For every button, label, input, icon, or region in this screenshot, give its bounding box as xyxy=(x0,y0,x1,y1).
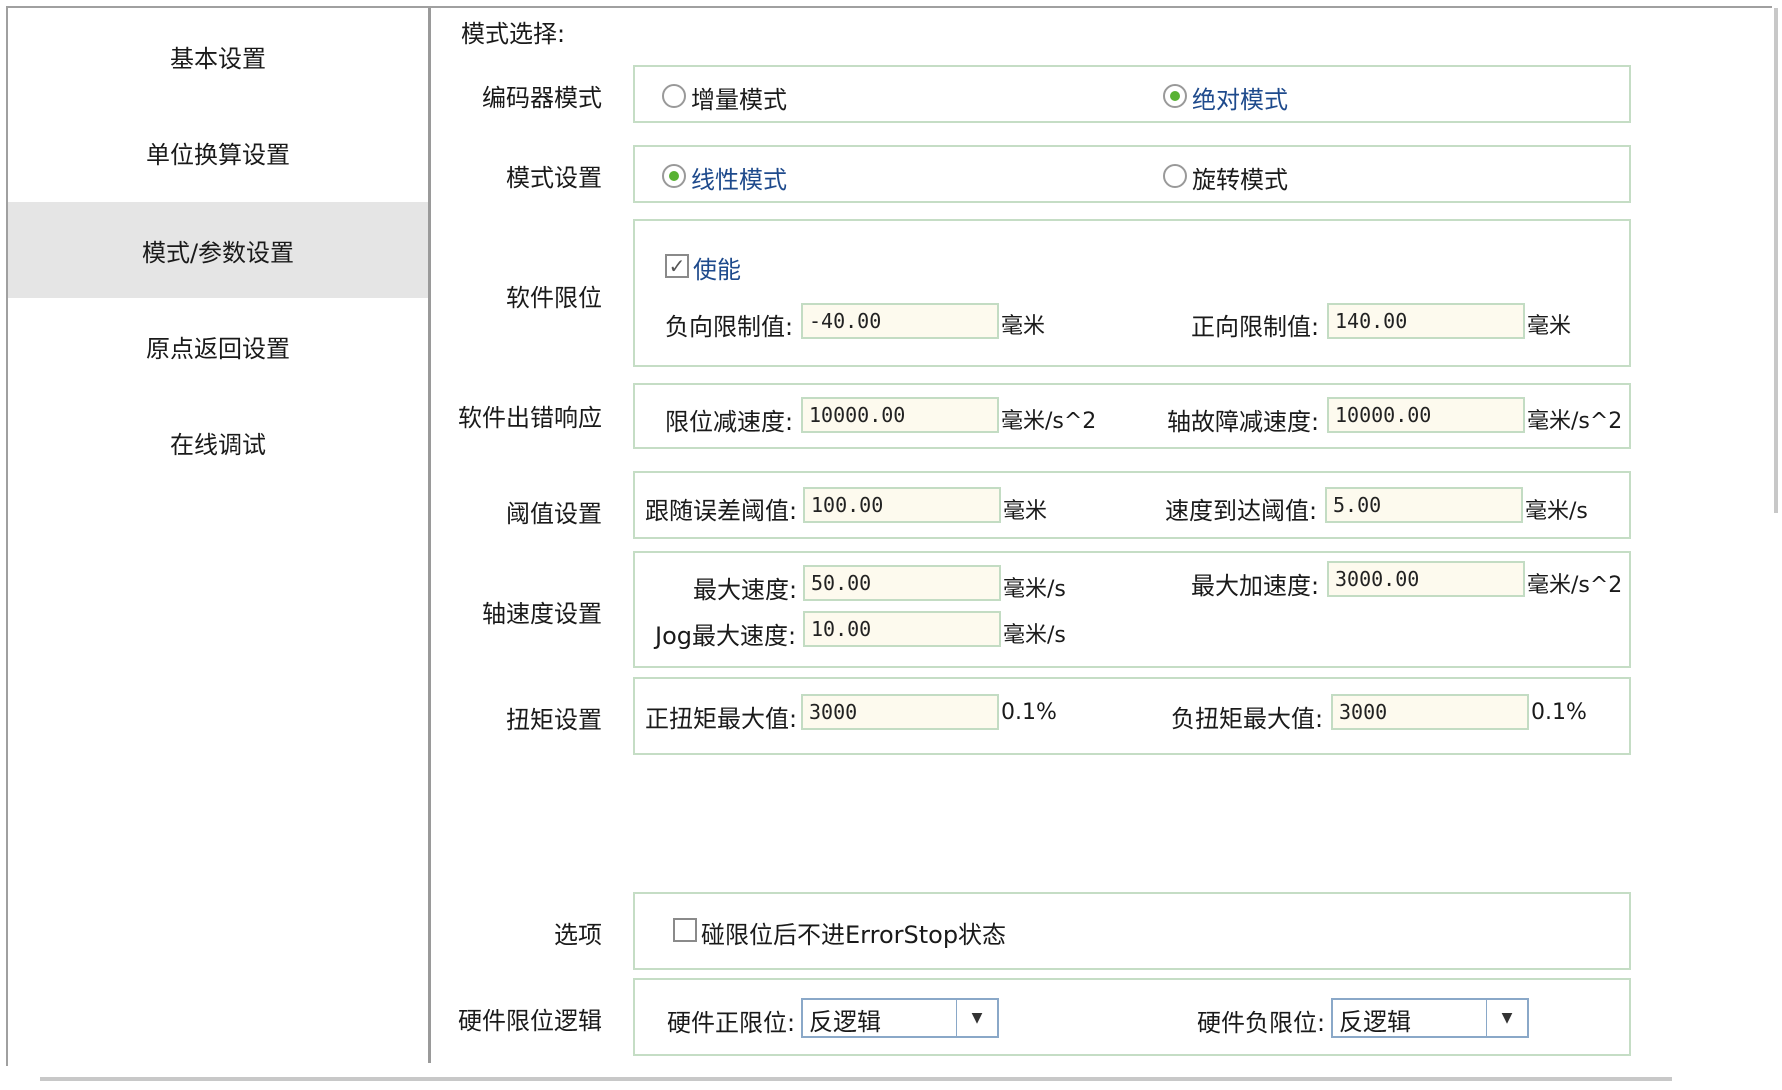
torque-group: 正扭矩最大值: 3000 0.1% 负扭矩最大值: 3000 0.1% xyxy=(633,677,1631,755)
max-speed-unit: 毫米/s xyxy=(1003,577,1066,602)
horizontal-scrollbar-thumb[interactable] xyxy=(40,1077,1672,1081)
hw-limit-group: 硬件正限位: 反逻辑 ▼ 硬件负限位: 反逻辑 ▼ xyxy=(633,978,1631,1056)
axis-speed-group: 最大速度: 50.00 毫米/s 最大加速度: 3000.00 毫米/s^2 J… xyxy=(633,551,1631,668)
speed-reach-input[interactable]: 5.00 xyxy=(1325,487,1523,523)
pos-limit-unit: 毫米 xyxy=(1527,314,1572,339)
soft-limit-enable-checkbox[interactable]: ✓ xyxy=(665,254,689,278)
max-speed-input[interactable]: 50.00 xyxy=(803,565,1001,601)
follow-error-unit: 毫米 xyxy=(1003,499,1048,524)
linear-mode-label[interactable]: 线性模式 xyxy=(691,160,787,195)
absolute-mode-label[interactable]: 绝对模式 xyxy=(1192,80,1288,115)
hw-neg-limit-value: 反逻辑 xyxy=(1339,1008,1411,1036)
sidebar-item-unit-conversion[interactable]: 单位换算设置 xyxy=(8,104,428,200)
hw-neg-limit-select[interactable]: 反逻辑 ▼ xyxy=(1331,998,1529,1038)
sidebar-item-label: 原点返回设置 xyxy=(146,334,290,363)
sidebar-item-mode-params[interactable]: 模式/参数设置 xyxy=(8,202,428,298)
section-heading: 模式选择: xyxy=(461,20,566,48)
sidebar-item-label: 单位换算设置 xyxy=(146,140,290,169)
absolute-mode-radio[interactable] xyxy=(1163,84,1187,108)
encoder-mode-label: 编码器模式 xyxy=(482,84,602,112)
sidebar-divider xyxy=(428,8,431,1063)
soft-limit-label: 软件限位 xyxy=(506,284,602,312)
sidebar: 基本设置 单位换算设置 模式/参数设置 原点返回设置 在线调试 xyxy=(8,8,428,1060)
max-accel-unit: 毫米/s^2 xyxy=(1527,573,1623,598)
jog-max-speed-unit: 毫米/s xyxy=(1003,623,1066,648)
fault-decel-input[interactable]: 10000.00 xyxy=(1327,397,1525,433)
sidebar-item-label: 在线调试 xyxy=(170,430,266,459)
neg-torque-unit: 0.1% xyxy=(1531,700,1587,725)
jog-max-speed-input[interactable]: 10.00 xyxy=(803,611,1001,647)
limit-decel-unit: 毫米/s^2 xyxy=(1001,409,1097,434)
incremental-mode-radio[interactable] xyxy=(662,84,686,108)
options-group: 碰限位后不进ErrorStop状态 xyxy=(633,892,1631,970)
chevron-down-icon[interactable]: ▼ xyxy=(1486,1000,1527,1036)
limit-decel-label: 限位减速度: xyxy=(665,408,794,436)
pos-torque-label: 正扭矩最大值: xyxy=(645,705,798,733)
follow-error-label: 跟随误差阈值: xyxy=(645,497,798,525)
threshold-group: 跟随误差阈值: 100.00 毫米 速度到达阈值: 5.00 毫米/s xyxy=(633,471,1631,539)
axis-speed-label: 轴速度设置 xyxy=(482,600,602,628)
pos-torque-input[interactable]: 3000 xyxy=(801,694,999,730)
neg-torque-label: 负扭矩最大值: xyxy=(1171,705,1324,733)
speed-reach-unit: 毫米/s xyxy=(1525,499,1588,524)
neg-torque-input[interactable]: 3000 xyxy=(1331,694,1529,730)
hw-pos-limit-select[interactable]: 反逻辑 ▼ xyxy=(801,998,999,1038)
linear-mode-radio[interactable] xyxy=(662,164,686,188)
pos-limit-label: 正向限制值: xyxy=(1191,313,1320,341)
hw-pos-limit-value: 反逻辑 xyxy=(809,1008,881,1036)
jog-max-speed-label: Jog最大速度: xyxy=(655,622,797,650)
soft-limit-enable-label[interactable]: 使能 xyxy=(693,250,741,285)
mode-setting-group: 线性模式 旋转模式 xyxy=(633,145,1631,203)
sidebar-item-basic-settings[interactable]: 基本设置 xyxy=(8,8,428,104)
speed-reach-label: 速度到达阈值: xyxy=(1165,497,1318,525)
torque-label: 扭矩设置 xyxy=(506,706,602,734)
hw-neg-limit-label: 硬件负限位: xyxy=(1197,1009,1326,1037)
error-response-group: 限位减速度: 10000.00 毫米/s^2 轴故障减速度: 10000.00 … xyxy=(633,383,1631,449)
pos-limit-input[interactable]: 140.00 xyxy=(1327,303,1525,339)
max-accel-input[interactable]: 3000.00 xyxy=(1327,561,1525,597)
chevron-down-icon[interactable]: ▼ xyxy=(956,1000,997,1036)
max-speed-label: 最大速度: xyxy=(693,576,798,604)
limit-decel-input[interactable]: 10000.00 xyxy=(801,397,999,433)
neg-limit-label: 负向限制值: xyxy=(665,313,794,341)
rotary-mode-radio[interactable] xyxy=(1163,164,1187,188)
rotary-mode-label[interactable]: 旋转模式 xyxy=(1192,160,1288,195)
sidebar-item-label: 模式/参数设置 xyxy=(141,238,295,267)
neg-limit-unit: 毫米 xyxy=(1001,314,1046,339)
encoder-mode-group: 增量模式 绝对模式 xyxy=(633,65,1631,123)
threshold-label: 阈值设置 xyxy=(506,500,602,528)
sidebar-item-homing[interactable]: 原点返回设置 xyxy=(8,298,428,394)
incremental-mode-label[interactable]: 增量模式 xyxy=(691,80,787,115)
fault-decel-label: 轴故障减速度: xyxy=(1167,408,1320,436)
pos-torque-unit: 0.1% xyxy=(1001,700,1057,725)
sidebar-item-label: 基本设置 xyxy=(170,44,266,73)
mode-setting-label: 模式设置 xyxy=(506,164,602,192)
error-response-label: 软件出错响应 xyxy=(458,404,602,432)
no-errorstop-checkbox[interactable] xyxy=(673,918,697,942)
soft-limit-group: ✓ 使能 负向限制值: -40.00 毫米 正向限制值: 140.00 毫米 xyxy=(633,219,1631,367)
hw-pos-limit-label: 硬件正限位: xyxy=(667,1009,796,1037)
options-label: 选项 xyxy=(554,921,602,949)
no-errorstop-label[interactable]: 碰限位后不进ErrorStop状态 xyxy=(701,915,1006,950)
neg-limit-input[interactable]: -40.00 xyxy=(801,303,999,339)
max-accel-label: 最大加速度: xyxy=(1191,572,1320,600)
sidebar-item-online-debug[interactable]: 在线调试 xyxy=(8,394,428,490)
vertical-scrollbar-thumb[interactable] xyxy=(1774,8,1778,513)
hw-limit-label: 硬件限位逻辑 xyxy=(458,1007,602,1035)
follow-error-input[interactable]: 100.00 xyxy=(803,487,1001,523)
fault-decel-unit: 毫米/s^2 xyxy=(1527,409,1623,434)
